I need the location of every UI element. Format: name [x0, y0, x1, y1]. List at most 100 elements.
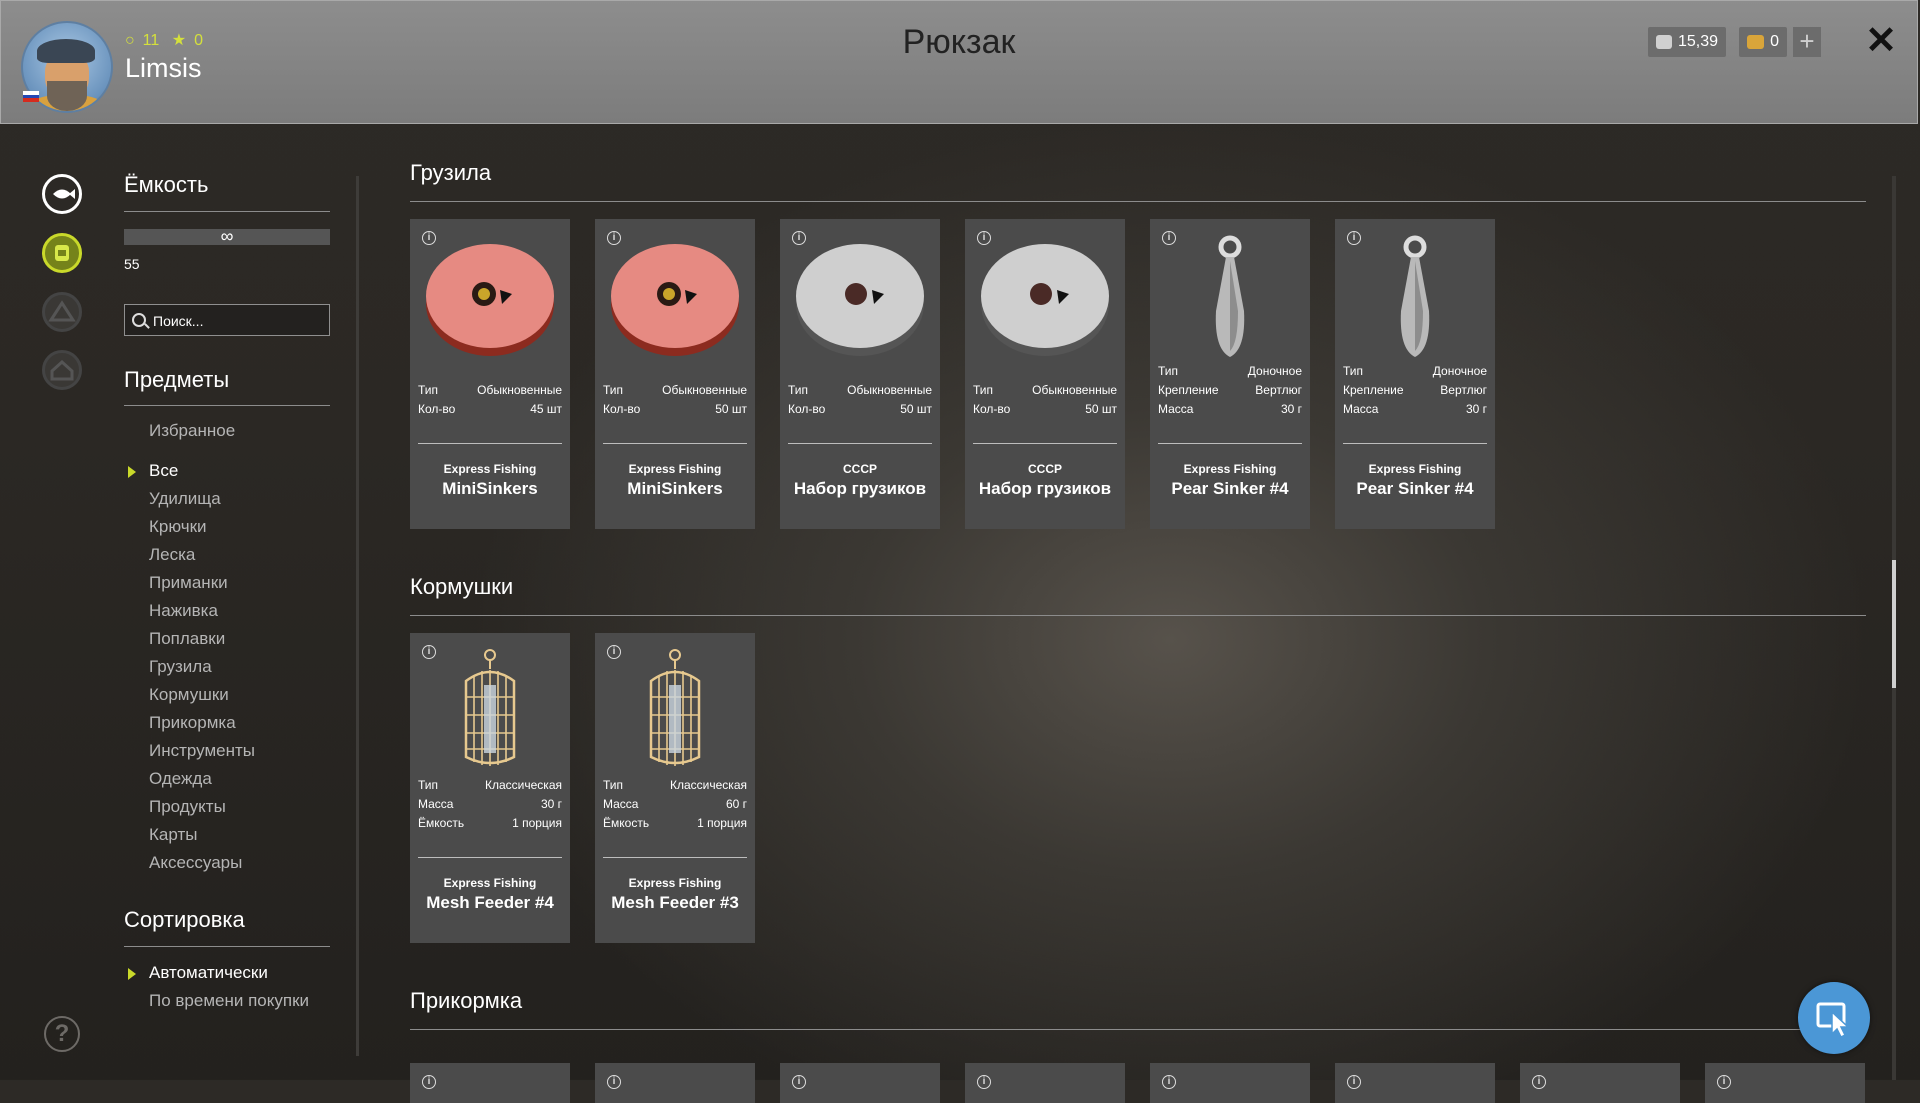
gold-coin-icon [1747, 35, 1765, 49]
page-title: Рюкзак [902, 23, 1016, 61]
card-divider [788, 443, 932, 444]
item-card[interactable]: i [965, 1063, 1125, 1103]
card-divider [603, 443, 747, 444]
property-row: Тип Обыкновенные [788, 383, 932, 397]
section-title: Кормушки [410, 574, 514, 599]
category-item[interactable]: Одежда [149, 769, 212, 789]
silver-balance[interactable]: 15,39 [1648, 27, 1726, 57]
card-divider [1158, 443, 1302, 444]
info-icon[interactable]: i [607, 1075, 621, 1089]
info-icon[interactable]: i [1162, 1075, 1176, 1089]
item-brand: Express Fishing [628, 876, 722, 890]
home-icon[interactable] [42, 350, 82, 390]
property-row: Крепление Вертлюг [1343, 383, 1487, 397]
divider [124, 405, 330, 406]
backpack-icon[interactable] [42, 233, 82, 273]
scrollbar[interactable] [1892, 176, 1896, 1080]
info-icon[interactable]: i [792, 1075, 806, 1089]
sort-option[interactable]: Автоматически [149, 963, 268, 983]
category-item[interactable]: Все [149, 461, 178, 481]
category-item[interactable]: Кормушки [149, 685, 229, 705]
item-card[interactable]: i Тип Обыкновенные Кол-во 50 шт Express Fishi… [595, 219, 755, 529]
close-button[interactable]: ✕ [1863, 22, 1899, 60]
help-button[interactable]: ? [44, 1016, 80, 1052]
gold-balance[interactable]: 0 [1739, 27, 1787, 57]
cursor-mode-button[interactable] [1798, 982, 1870, 1054]
item-card[interactable]: i Тип Классическая Масса 60 г Ёмкость 1 порция… [595, 633, 755, 943]
top-bar: ○ 11 ★ 0 Limsis Рюкзак 15,39 0 + ✕ [0, 0, 1918, 124]
category-item[interactable]: Инструменты [149, 741, 255, 761]
tent-icon[interactable] [42, 292, 82, 332]
category-item[interactable]: Избранное [149, 421, 235, 441]
category-item[interactable]: Леска [149, 545, 195, 565]
item-properties: Тип Доночное Крепление Вертлюг Масса 30 г [1343, 364, 1487, 421]
info-icon[interactable]: i [1532, 1075, 1546, 1089]
section-title: Прикормка [410, 988, 523, 1013]
category-item[interactable]: Аксессуары [149, 853, 242, 873]
category-item[interactable]: Продукты [149, 797, 226, 817]
item-name: Pear Sinker #4 [1356, 479, 1474, 498]
category-item[interactable]: Крючки [149, 517, 207, 537]
sort-option[interactable]: По времени покупки [149, 991, 309, 1011]
add-currency-button[interactable]: + [1793, 27, 1821, 57]
item-card[interactable]: i Тип Обыкновенные Кол-во 50 шт СССР Набор гру… [965, 219, 1125, 529]
item-brand: Express Fishing [1183, 462, 1277, 476]
pear-sinker-icon [1335, 231, 1495, 361]
category-item[interactable]: Карты [149, 825, 197, 845]
category-item[interactable]: Поплавки [149, 629, 225, 649]
item-card[interactable]: i [1520, 1063, 1680, 1103]
property-row: Тип Доночное [1158, 364, 1302, 378]
category-item[interactable]: Приманки [149, 573, 228, 593]
item-card[interactable]: i Тип Классическая Масса 30 г Ёмкость 1 порция… [410, 633, 570, 943]
property-row: Тип Классическая [603, 778, 747, 792]
item-properties: Тип Обыкновенные Кол-во 50 шт [788, 383, 932, 421]
item-card[interactable]: i Тип Доночное Крепление Вертлюг Масса 30 г Exp… [1335, 219, 1495, 529]
russia-flag-icon [23, 91, 39, 102]
search-box[interactable] [124, 304, 330, 337]
category-item[interactable]: Удилища [149, 489, 221, 509]
item-card[interactable]: i [595, 1063, 755, 1103]
property-row: Тип Обыкновенные [603, 383, 747, 397]
fish-keepnet-icon[interactable] [42, 174, 82, 214]
item-name: MiniSinkers [627, 479, 723, 498]
item-card[interactable]: i [1150, 1063, 1310, 1103]
item-card[interactable]: i [780, 1063, 940, 1103]
property-row: Масса 30 г [1343, 402, 1487, 416]
item-properties: Тип Обыкновенные Кол-во 50 шт [973, 383, 1117, 421]
property-row: Тип Обыкновенные [973, 383, 1117, 397]
panel-separator [356, 176, 359, 1056]
item-brand: Express Fishing [1368, 462, 1462, 476]
scrollbar-thumb[interactable] [1892, 560, 1896, 688]
info-icon[interactable]: i [977, 1075, 991, 1089]
red-sinker-box-icon [595, 231, 755, 361]
section-divider [410, 201, 1866, 202]
property-row: Ёмкость 1 порция [418, 816, 562, 830]
item-properties: Тип Обыкновенные Кол-во 50 шт [603, 383, 747, 421]
grey-sinker-box-icon [780, 231, 940, 361]
item-name: Pear Sinker #4 [1171, 479, 1289, 498]
item-card[interactable]: i [410, 1063, 570, 1103]
property-row: Тип Обыкновенные [418, 383, 562, 397]
item-brand: СССР [1027, 462, 1062, 476]
divider [124, 211, 330, 212]
item-card[interactable]: i [1705, 1063, 1865, 1103]
category-item[interactable]: Прикормка [149, 713, 236, 733]
section-divider [410, 1029, 1866, 1030]
category-item[interactable]: Грузила [149, 657, 212, 677]
category-item[interactable]: Наживка [149, 601, 218, 621]
mesh-feeder-icon [410, 645, 570, 775]
item-card[interactable]: i [1335, 1063, 1495, 1103]
info-icon[interactable]: i [422, 1075, 436, 1089]
infinity-icon: ∞ [220, 226, 234, 246]
selected-arrow-icon [128, 968, 136, 980]
item-card[interactable]: i Тип Обыкновенные Кол-во 45 шт Express Fishi… [410, 219, 570, 529]
item-properties: Тип Доночное Крепление Вертлюг Масса 30 г [1158, 364, 1302, 421]
info-icon[interactable]: i [1347, 1075, 1361, 1089]
info-icon[interactable]: i [1717, 1075, 1731, 1089]
item-brand: Express Fishing [628, 462, 722, 476]
property-row: Масса 60 г [603, 797, 747, 811]
card-divider [973, 443, 1117, 444]
item-card[interactable]: i Тип Обыкновенные Кол-во 50 шт СССР Набор гру… [780, 219, 940, 529]
item-card[interactable]: i Тип Доночное Крепление Вертлюг Масса 30 г Exp… [1150, 219, 1310, 529]
search-input[interactable] [151, 305, 325, 337]
